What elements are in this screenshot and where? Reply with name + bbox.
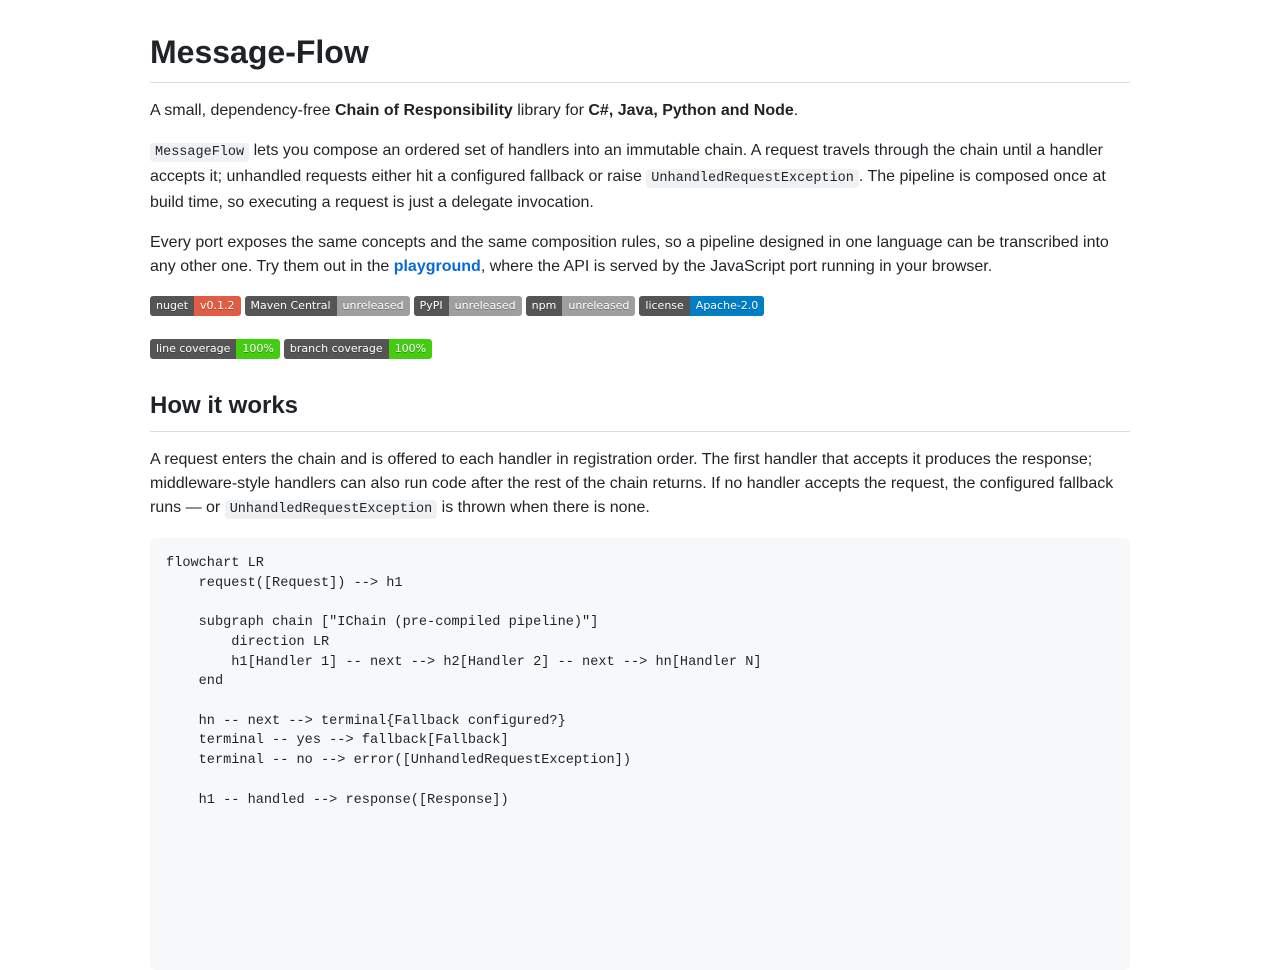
badge-license[interactable]: license Apache-2.0 [639,296,765,316]
badge-branch-coverage[interactable]: branch coverage 100% [283,339,433,359]
section-paragraph: A request enters the chain and is offere… [150,448,1130,522]
description-paragraph: MessageFlow lets you compose an ordered … [150,139,1130,215]
badge-label: line coverage [150,339,237,359]
coverage-badges: line coverage 100% branch coverage 100% [150,339,1130,359]
intro-paragraph: A small, dependency-free Chain of Respon… [150,99,1130,123]
section-text-2: is thrown when there is none. [437,499,650,516]
intro-bold-pattern: Chain of Responsibility [335,102,513,119]
intro-prefix: A small, dependency-free [150,102,335,119]
badge-value: unreleased [336,296,410,316]
mermaid-code-block: flowchart LR request([Request]) --> h1 s… [150,538,1130,970]
badge-label: nuget [150,296,195,316]
intro-suffix: . [793,102,799,119]
badge-value: v0.1.2 [194,296,241,316]
page-title: Message-Flow [150,0,1130,83]
badge-value: unreleased [448,296,522,316]
badge-npm[interactable]: npm unreleased [525,296,636,316]
intro-bold-languages: C#, Java, Python and Node [588,102,794,119]
badge-label: npm [525,296,563,316]
readme-content: Message-Flow A small, dependency-free Ch… [150,0,1130,970]
badge-label: branch coverage [283,339,389,359]
badge-value: unreleased [562,296,636,316]
intro-middle: library for [512,102,589,119]
playground-link[interactable]: playground [394,258,481,275]
badge-value: 100% [388,339,433,359]
badge-value: Apache-2.0 [689,296,765,316]
badge-pypi[interactable]: PyPI unreleased [413,296,522,316]
release-badges: nuget v0.1.2 Maven Central unreleased PyPI un… [150,296,1130,316]
section-heading: How it works [150,391,1130,432]
badge-label: Maven Central [244,296,337,316]
inline-code-exception-2: UnhandledRequestException [224,500,438,519]
inline-code-exception: UnhandledRequestException [646,169,859,188]
badge-nuget[interactable]: nuget v0.1.2 [150,296,241,316]
badge-value: 100% [236,339,280,359]
badge-label: PyPI [413,296,449,316]
badge-maven-central[interactable]: Maven Central unreleased [244,296,410,316]
ports-text-2: , where the API is served by the JavaScr… [480,258,993,275]
ports-paragraph: Every port exposes the same concepts and… [150,231,1130,279]
badge-line-coverage[interactable]: line coverage 100% [150,339,280,359]
inline-code-messageflow: MessageFlow [150,143,250,162]
badge-label: license [639,296,690,316]
